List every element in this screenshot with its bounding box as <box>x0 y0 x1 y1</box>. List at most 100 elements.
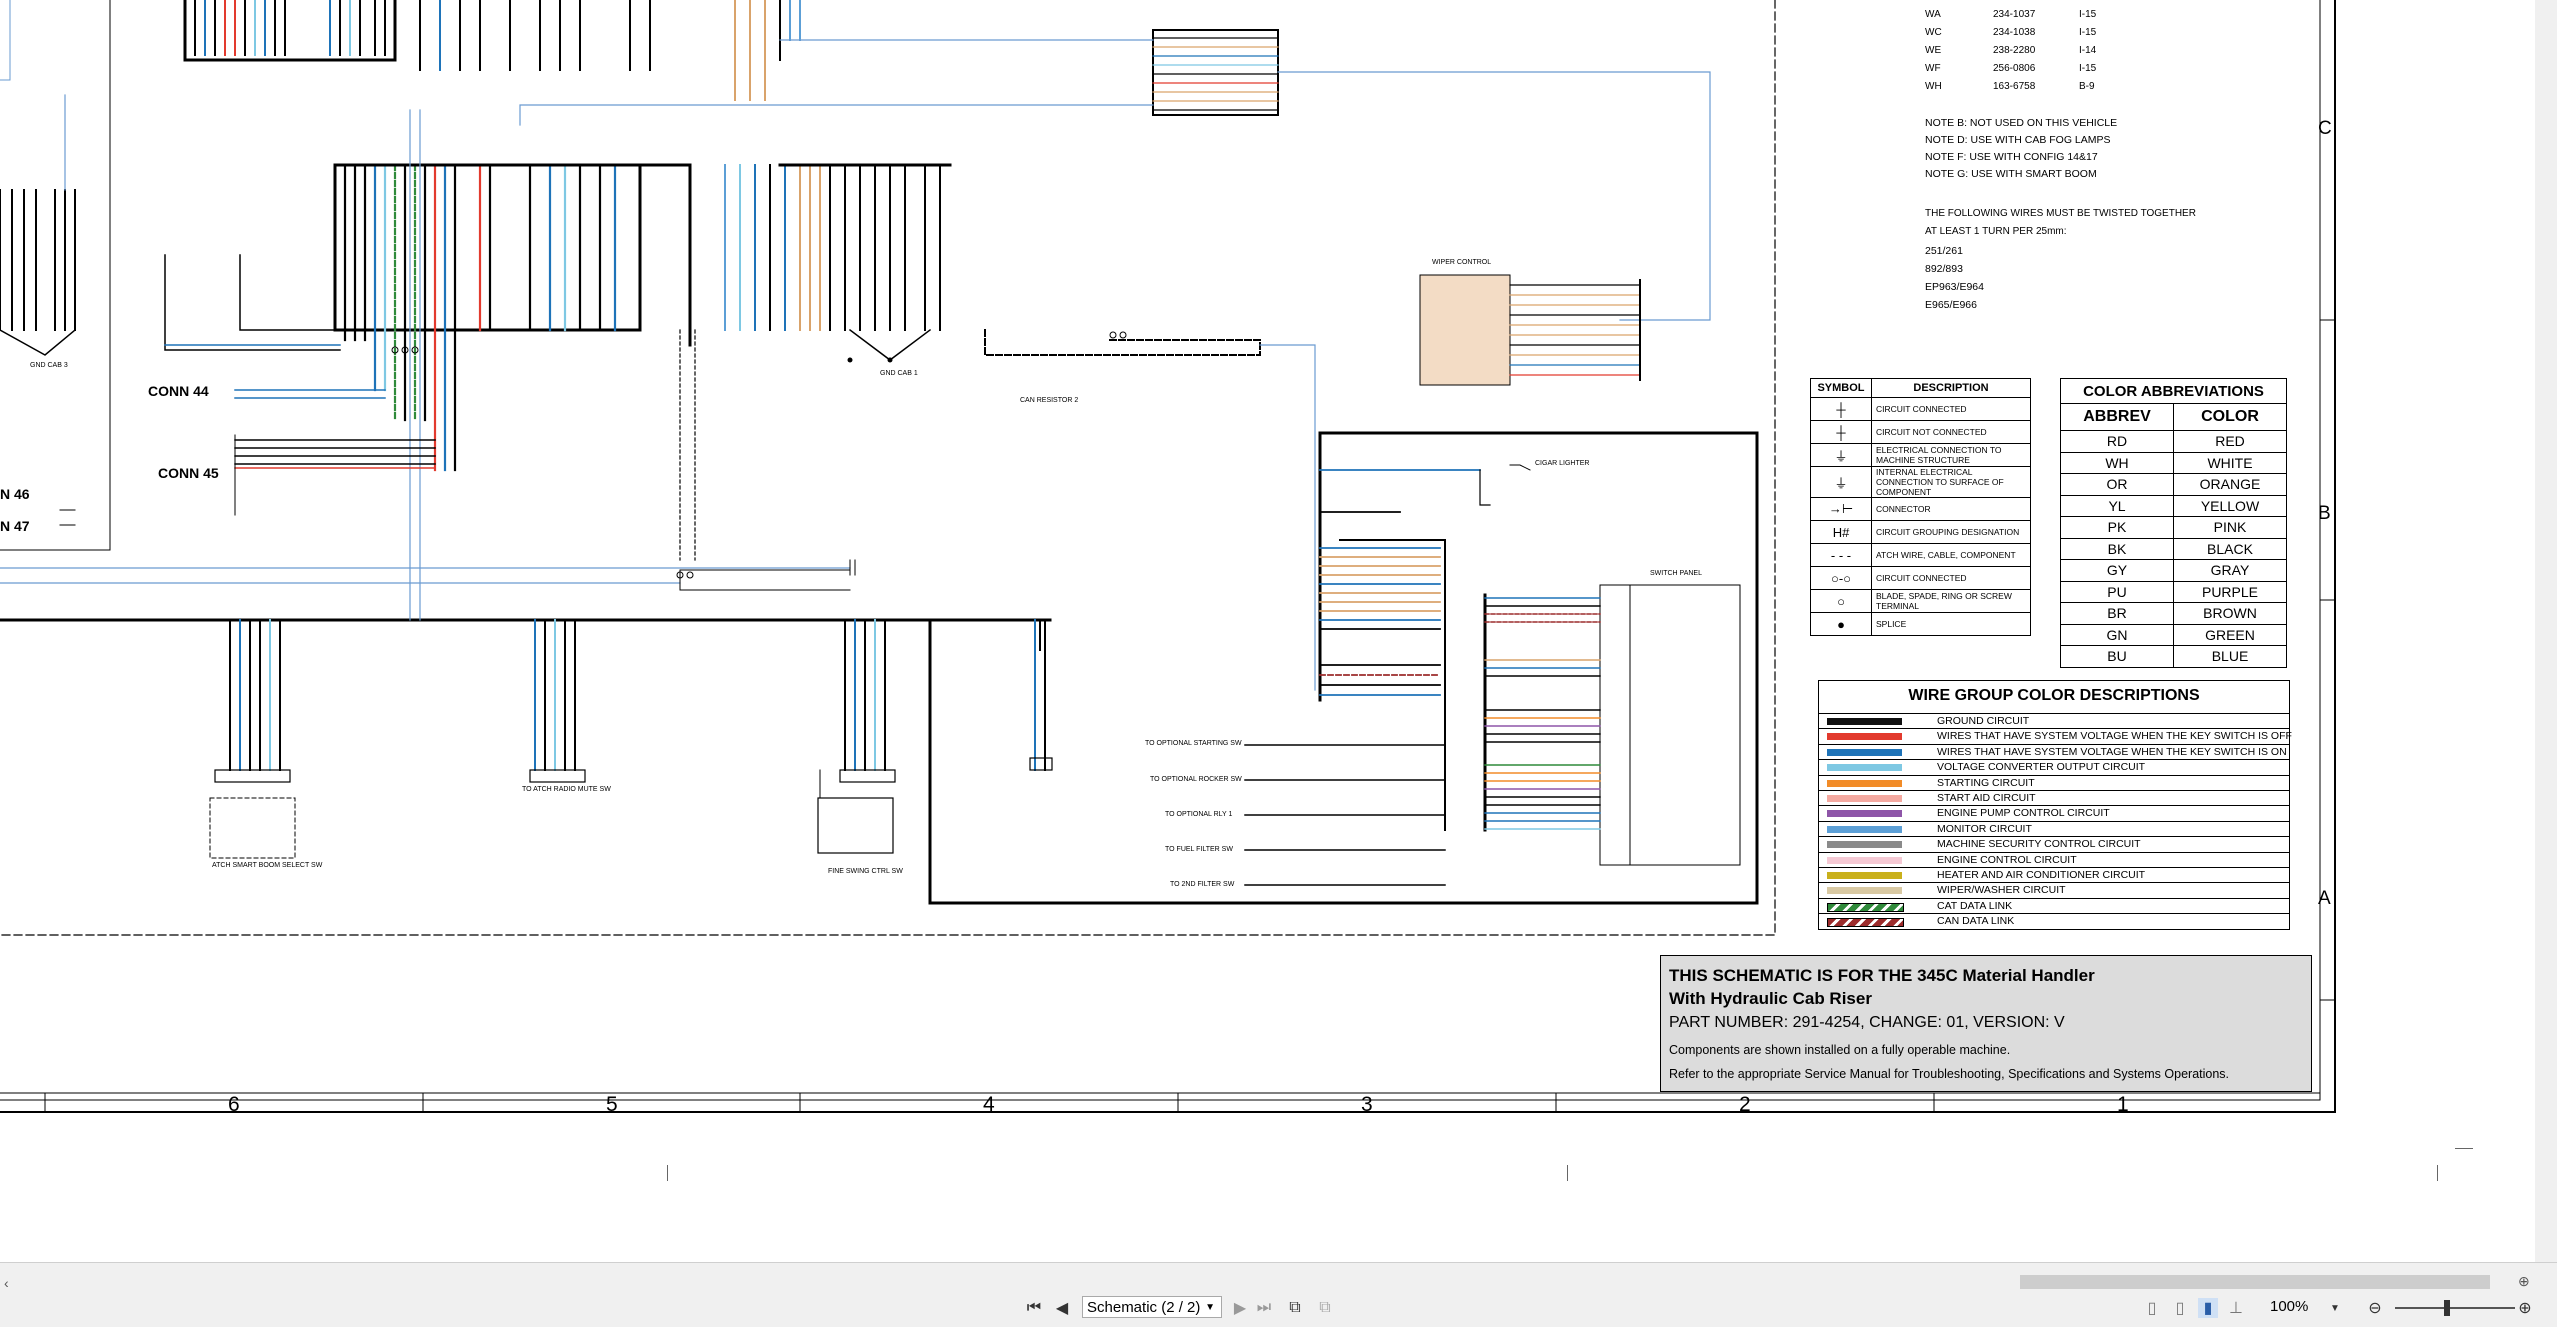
second-filter-label: TO 2ND FILTER SW <box>1170 881 1235 888</box>
color-row: BR BROWN <box>2060 602 2287 625</box>
atch-smart-boom-label: ATCH SMART BOOM SELECT SW <box>212 862 323 869</box>
schematic-canvas: CONN 44 CONN 45 N 46 N 47 WIPER CONTROL … <box>0 0 2557 1262</box>
two-page-view-icon[interactable]: ▮ <box>2198 1298 2218 1318</box>
wire-group-row: ENGINE CONTROL CIRCUIT <box>1819 851 2289 868</box>
wire-group-row: STARTING CIRCUIT <box>1819 774 2289 791</box>
wire-group-label: WIPER/WASHER CIRCUIT <box>1937 884 2066 897</box>
wire-group-row: WIRES THAT HAVE SYSTEM VOLTAGE WHEN THE … <box>1819 743 2289 760</box>
symbol-row: H# CIRCUIT GROUPING DESIGNATION <box>1810 520 2031 544</box>
page-tick <box>2455 1148 2473 1149</box>
wire-group-label: MACHINE SECURITY CONTROL CIRCUIT <box>1937 838 2141 851</box>
next-page-icon[interactable]: ▶ <box>1230 1298 1250 1318</box>
wire-group-label: ENGINE CONTROL CIRCUIT <box>1937 853 2077 866</box>
wire-group-row: MACHINE SECURITY CONTROL CIRCUIT <box>1819 836 2289 852</box>
page-selector[interactable]: Schematic (2 / 2) ▼ <box>1082 1296 1222 1318</box>
symbol-row: ┼ CIRCUIT NOT CONNECTED <box>1810 420 2031 444</box>
opt-starting-label: TO OPTIONAL STARTING SW <box>1145 740 1242 747</box>
scroll-left-icon[interactable]: ‹ <box>4 1275 9 1291</box>
twisted-pair: 251/261 <box>1925 245 1963 257</box>
copy-page-icon[interactable]: ⧉ <box>1285 1298 1305 1318</box>
color-row: YL YELLOW <box>2060 494 2287 517</box>
wire-color-swatch <box>1827 810 1902 818</box>
wire-color-swatch <box>1827 795 1902 802</box>
color-row: WH WHITE <box>2060 451 2287 474</box>
zoom-in-icon[interactable]: ⊕ <box>2515 1298 2535 1318</box>
wire-color-swatch <box>1827 887 1902 895</box>
symbol-row: ⏚ ELECTRICAL CONNECTION TO MACHINE STRUCT… <box>1810 443 2031 467</box>
twisted-pair: 892/893 <box>1925 263 1963 275</box>
scrollbar-thumb[interactable] <box>2020 1275 2490 1289</box>
wire-group-row: WIPER/WASHER CIRCUIT <box>1819 882 2289 898</box>
wire-color-swatch <box>1827 764 1902 772</box>
wire-group-label: STARTING CIRCUIT <box>1937 776 2035 789</box>
symbol-row: →⊢ CONNECTOR <box>1810 497 2031 521</box>
can-resistor-label: CAN RESISTOR 2 <box>1020 397 1079 404</box>
symbol-row: ⏚ INTERNAL ELECTRICAL CONNECTION TO SURFA… <box>1810 466 2031 498</box>
wire-color-swatch <box>1827 825 1902 833</box>
wire-group-label: HEATER AND AIR CONDITIONER CIRCUIT <box>1937 869 2146 881</box>
gnd-cab-1-label: GND CAB 1 <box>880 370 918 377</box>
color-row: OR ORANGE <box>2060 473 2287 496</box>
wire-group-label: MONITOR CIRCUIT <box>1937 822 2032 835</box>
grid-column-label: 2 <box>1739 1093 1751 1116</box>
wire-group-row: ENGINE PUMP CONTROL CIRCUIT <box>1819 805 2289 821</box>
twisted-note-line2: AT LEAST 1 TURN PER 25mm: <box>1925 226 2067 237</box>
wire-group-label: ENGINE PUMP CONTROL CIRCUIT <box>1937 807 2110 820</box>
conn-46-label: N 46 <box>0 486 30 502</box>
wire-group-label: START AID CIRCUIT <box>1937 792 2036 804</box>
install-note: Components are shown installed on a full… <box>1669 1043 2011 1057</box>
last-page-icon[interactable]: ⏭ <box>1254 1298 1274 1318</box>
grid-column-label: 6 <box>228 1093 240 1116</box>
wire-group-row: CAT DATA LINK <box>1819 897 2289 914</box>
continuous-view-icon[interactable]: ▯ <box>2170 1298 2190 1318</box>
wire-group-row: CAN DATA LINK <box>1819 913 2289 929</box>
zoom-dropdown-icon[interactable]: ▼ <box>2325 1298 2345 1318</box>
cigar-lighter-label: CIGAR LIGHTER <box>1535 460 1590 467</box>
grid-column-label: 1 <box>2117 1093 2129 1116</box>
conn-47-label: N 47 <box>0 518 30 534</box>
opt-rocker-label: TO OPTIONAL ROCKER SW <box>1150 776 1242 783</box>
atch-radio-label: TO ATCH RADIO MUTE SW <box>522 786 611 793</box>
wire-group-label: VOLTAGE CONVERTER OUTPUT CIRCUIT <box>1937 761 2146 774</box>
wire-group-label: WIRES THAT HAVE SYSTEM VOLTAGE WHEN THE … <box>1937 730 2292 743</box>
color-row: PU PURPLE <box>2060 580 2287 603</box>
wire-list-row: WE 238-2280 I-14 <box>1925 45 2097 56</box>
twisted-pair: EP963/E964 <box>1925 281 1984 293</box>
color-row: PK PINK <box>2060 516 2287 539</box>
gnd-cab-3-label: GND CAB 3 <box>30 362 68 369</box>
opt-rly-label: TO OPTIONAL RLY 1 <box>1165 811 1233 818</box>
wire-list-row: WA 234-1037 I-15 <box>1925 9 2097 20</box>
fit-view-icon[interactable]: ⊥ <box>2226 1298 2246 1318</box>
zoom-slider-thumb[interactable] <box>2444 1300 2450 1316</box>
zoom-level[interactable]: 100% <box>2270 1298 2308 1315</box>
color-row: RD RED <box>2060 430 2287 453</box>
wire-group-label: CAN DATA LINK <box>1937 915 2015 928</box>
color-header: COLOR <box>2173 403 2287 431</box>
previous-page-icon[interactable]: ◀ <box>1052 1298 1072 1318</box>
note-d: NOTE D: USE WITH CAB FOG LAMPS <box>1925 134 2111 146</box>
note-g: NOTE G: USE WITH SMART BOOM <box>1925 168 2097 180</box>
service-manual-note: Refer to the appropriate Service Manual … <box>1669 1067 2230 1081</box>
part-number: PART NUMBER: 291-4254, CHANGE: 01, VERSI… <box>1669 1014 2065 1031</box>
grid-column-label: 3 <box>1361 1093 1373 1116</box>
color-abbreviations-table: COLOR ABBREVIATIONS ABBREV COLOR RD RED W… <box>2060 378 2287 668</box>
abbrev-header: ABBREV <box>2060 403 2174 431</box>
single-page-view-icon[interactable]: ▯ <box>2142 1298 2162 1318</box>
zoom-slider[interactable] <box>2395 1307 2515 1309</box>
symbol-row: ┼ CIRCUIT CONNECTED <box>1810 397 2031 421</box>
vertical-scrollbar[interactable] <box>2535 0 2557 1262</box>
first-page-icon[interactable]: ⏮ <box>1024 1298 1044 1318</box>
symbol-row: ○-○ CIRCUIT CONNECTED <box>1810 566 2031 590</box>
wire-color-swatch <box>1827 718 1902 725</box>
wire-color-swatch <box>1827 748 1902 756</box>
wire-list-row: WH 163-6758 B-9 <box>1925 81 2095 92</box>
twisted-note-line1: THE FOLLOWING WIRES MUST BE TWISTED TOGE… <box>1925 208 2196 219</box>
scroll-right-icon[interactable]: ⊕ <box>2518 1273 2530 1290</box>
paste-page-icon[interactable]: ⧉ <box>1315 1298 1335 1318</box>
wire-group-row: START AID CIRCUIT <box>1819 790 2289 806</box>
wiper-control-label: WIPER CONTROL <box>1432 259 1492 266</box>
zoom-out-icon[interactable]: ⊖ <box>2365 1298 2385 1318</box>
note-b: NOTE B: NOT USED ON THIS VEHICLE <box>1925 117 2118 129</box>
wire-group-row: HEATER AND AIR CONDITIONER CIRCUIT <box>1819 867 2289 883</box>
symbol-row: - - - ATCH WIRE, CABLE, COMPONENT <box>1810 543 2031 567</box>
